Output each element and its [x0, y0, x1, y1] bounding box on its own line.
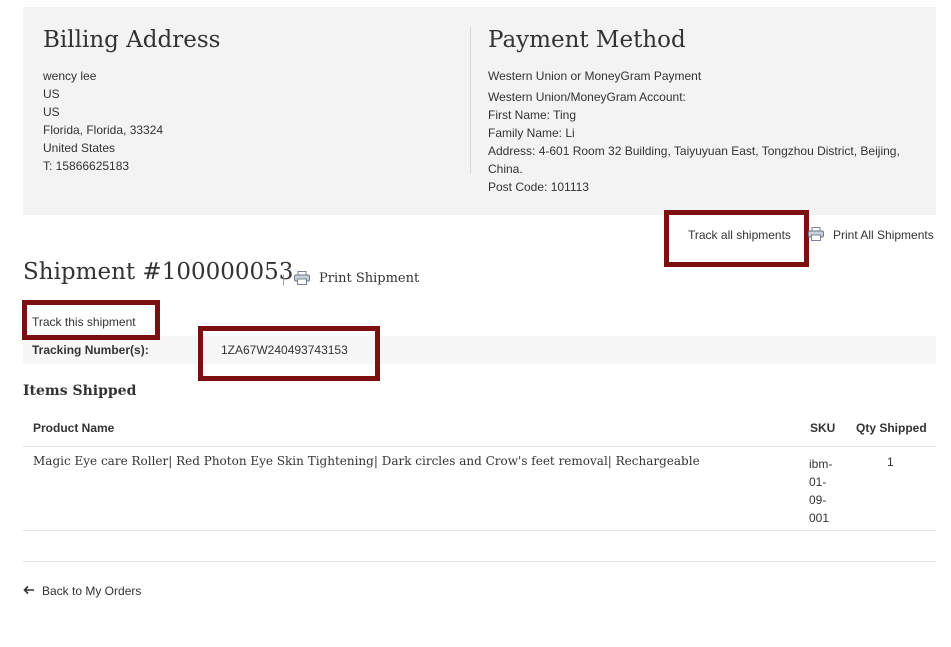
- sku-line: 09-: [809, 493, 827, 507]
- info-panel: Billing Address wency lee US US Florida,…: [23, 7, 936, 215]
- printer-icon: [808, 227, 824, 241]
- column-divider: [470, 27, 471, 174]
- track-all-shipments-link[interactable]: Track all shipments: [688, 228, 791, 242]
- shipment-title: Shipment #100000053: [23, 259, 294, 285]
- billing-line: Florida, Florida, 33324: [43, 123, 164, 137]
- print-all-shipments-link[interactable]: Print All Shipments: [833, 228, 934, 242]
- track-this-shipment-link[interactable]: Track this shipment: [32, 315, 136, 329]
- title-separator: |: [282, 272, 286, 286]
- table-header-divider: [23, 446, 936, 447]
- billing-line: United States: [43, 141, 116, 155]
- billing-line: US: [43, 87, 60, 101]
- billing-phone: T: 15866625183: [43, 159, 130, 173]
- table-row-sku: ibm- 01- 09- 001: [809, 455, 832, 527]
- tracking-row: [23, 336, 936, 364]
- payment-account-label: Western Union/MoneyGram Account:: [488, 90, 686, 104]
- sku-line: 01-: [809, 475, 827, 489]
- print-shipment-link[interactable]: Print Shipment: [319, 271, 419, 286]
- qty-shipped-header: Qty Shipped: [856, 421, 927, 435]
- section-divider: [23, 561, 936, 562]
- payment-method: Western Union or MoneyGram Payment: [488, 69, 702, 83]
- table-row-qty: 1: [887, 455, 894, 469]
- back-to-my-orders-link[interactable]: Back to My Orders: [42, 584, 141, 598]
- sku-line: ibm-: [809, 457, 833, 471]
- payment-address: Address: 4-601 Room 32 Building, Taiyuyu…: [488, 144, 900, 158]
- arrow-left-icon: [23, 585, 34, 595]
- payment-title: Payment Method: [488, 27, 686, 53]
- payment-first-name: First Name: Ting: [488, 108, 577, 122]
- items-shipped-title: Items Shipped: [23, 383, 137, 399]
- payment-family-name: Family Name: Li: [488, 126, 575, 140]
- tracking-number-value[interactable]: 1ZA67W240493743153: [221, 343, 348, 357]
- billing-title: Billing Address: [43, 27, 221, 53]
- payment-post-code: Post Code: 101113: [488, 180, 589, 194]
- table-bottom-divider: [23, 530, 936, 531]
- billing-name: wency lee: [43, 69, 97, 83]
- tracking-number-label: Tracking Number(s):: [32, 343, 149, 357]
- table-row-product: Magic Eye care Roller| Red Photon Eye Sk…: [33, 454, 700, 468]
- billing-line: US: [43, 105, 60, 119]
- sku-line: 001: [809, 511, 830, 525]
- sku-header: SKU: [810, 421, 836, 435]
- printer-icon: [294, 271, 310, 285]
- product-name-header: Product Name: [33, 421, 115, 435]
- payment-address-cont: China.: [488, 162, 523, 176]
